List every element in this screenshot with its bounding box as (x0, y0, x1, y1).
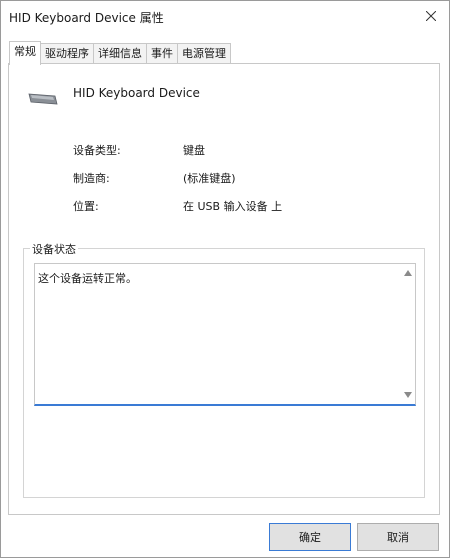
close-icon (426, 11, 436, 21)
tab-power-management[interactable]: 电源管理 (177, 43, 231, 64)
tab-strip: 常规 驱动程序 详细信息 事件 电源管理 (9, 41, 231, 65)
location-value: 在 USB 输入设备 上 (183, 200, 283, 213)
device-status-text: 这个设备运转正常。 (38, 272, 137, 285)
device-status-group: 设备状态 这个设备运转正常。 (23, 241, 425, 498)
cancel-button[interactable]: 取消 (357, 523, 439, 551)
scroll-down-icon[interactable] (404, 392, 412, 398)
ok-button[interactable]: 确定 (269, 523, 351, 551)
tab-details[interactable]: 详细信息 (93, 43, 147, 64)
scroll-up-icon[interactable] (404, 270, 412, 276)
tab-general[interactable]: 常规 (9, 41, 41, 65)
manufacturer-label: 制造商: (73, 172, 110, 185)
tab-events[interactable]: 事件 (146, 43, 178, 64)
properties-dialog: HID Keyboard Device 属性 常规 驱动程序 详细信息 事件 电… (0, 0, 450, 558)
location-label: 位置: (73, 200, 99, 213)
device-type-value: 键盘 (183, 144, 205, 157)
title-bar: HID Keyboard Device 属性 (1, 1, 449, 33)
manufacturer-value: (标准键盘) (183, 172, 236, 185)
general-panel: HID Keyboard Device 设备类型: 键盘 制造商: (标准键盘)… (8, 63, 440, 515)
device-name: HID Keyboard Device (73, 86, 200, 100)
tab-driver[interactable]: 驱动程序 (40, 43, 94, 64)
status-scrollbar[interactable] (401, 264, 415, 404)
device-status-title: 设备状态 (30, 241, 78, 257)
window-title: HID Keyboard Device 属性 (9, 11, 164, 25)
device-type-label: 设备类型: (73, 144, 121, 157)
keyboard-icon (28, 93, 58, 105)
device-status-textbox[interactable]: 这个设备运转正常。 (34, 263, 416, 406)
close-button[interactable] (413, 1, 449, 31)
